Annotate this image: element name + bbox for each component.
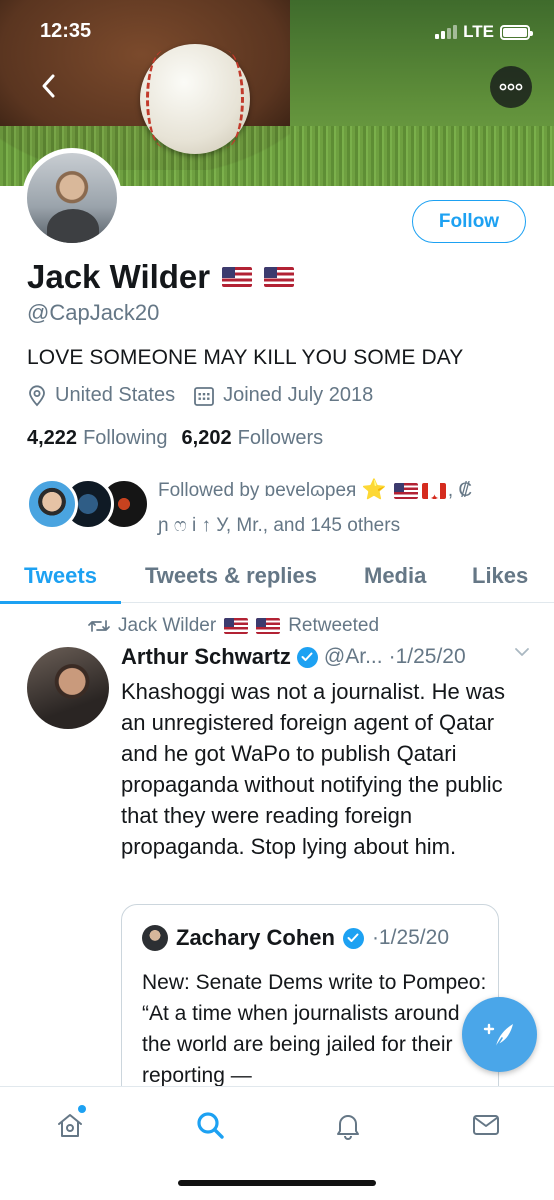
profile-handle: @CapJack20 bbox=[27, 300, 160, 325]
battery-icon bbox=[500, 24, 533, 40]
followers-link[interactable]: 6,202 Followers bbox=[182, 427, 324, 450]
us-flag-icon bbox=[393, 482, 418, 499]
following-link[interactable]: 4,222 Following bbox=[27, 427, 168, 450]
status-bar: 12:35 LTE bbox=[0, 0, 554, 64]
tweet-author-handle: @Ar... bbox=[323, 645, 383, 668]
verified-badge-icon bbox=[342, 927, 364, 949]
profile-joined: Joined July 2018 bbox=[193, 384, 373, 407]
followed-by-avatars[interactable] bbox=[26, 478, 150, 530]
following-label: Following bbox=[83, 427, 168, 449]
compose-tweet-button[interactable] bbox=[462, 997, 537, 1072]
network-label: LTE bbox=[463, 22, 494, 41]
tab-media[interactable]: Media bbox=[364, 548, 426, 603]
nav-search[interactable] bbox=[190, 1105, 230, 1145]
calendar-icon bbox=[194, 386, 214, 406]
location-pin-icon bbox=[29, 384, 45, 406]
home-icon bbox=[58, 1114, 82, 1137]
verified-badge-icon bbox=[296, 646, 318, 668]
nav-home[interactable] bbox=[50, 1105, 90, 1145]
profile-location: United States bbox=[27, 384, 175, 407]
tab-likes[interactable]: Likes bbox=[472, 548, 528, 603]
quoted-tweet-text: New: Senate Dems write to Pompeo: “At a … bbox=[142, 971, 487, 1087]
retweet-context[interactable]: Jack Wilder Retweeted bbox=[88, 615, 379, 637]
status-time: 12:35 bbox=[40, 20, 92, 42]
following-count: 4,222 bbox=[27, 427, 78, 449]
retweet-icon bbox=[88, 620, 110, 632]
followed-by-others: ɲ ෆ і ↑ У, Mr., and 145 others bbox=[158, 515, 401, 536]
compose-feather-icon bbox=[483, 1023, 513, 1048]
retweeted-label: Retweeted bbox=[288, 615, 380, 636]
tweet-text: Khashoggi was not a journalist. He was a… bbox=[121, 679, 505, 859]
nav-notifications[interactable] bbox=[328, 1105, 368, 1145]
search-icon bbox=[197, 1112, 224, 1139]
nav-messages[interactable] bbox=[466, 1105, 506, 1145]
more-dots-icon bbox=[499, 83, 523, 91]
us-flag-icon bbox=[256, 618, 281, 634]
notification-dot bbox=[78, 1105, 86, 1113]
chevron-left-icon bbox=[42, 74, 55, 98]
tweet-header: Arthur Schwartz @Ar... ·1/25/20 bbox=[121, 644, 531, 670]
follow-button[interactable]: Follow bbox=[412, 200, 526, 243]
star-emoji-icon: ⭐ bbox=[361, 479, 387, 501]
us-flag-icon bbox=[264, 267, 295, 287]
followed-by-name: ɒevelɷpeя bbox=[264, 480, 357, 501]
quoted-tweet-header: Zachary Cohen ·1/25/20 bbox=[142, 925, 449, 951]
followed-by-prefix: Followed by bbox=[158, 480, 260, 501]
follower-avatar bbox=[26, 478, 78, 530]
tab-tweets-replies[interactable]: Tweets & replies bbox=[145, 548, 317, 603]
location-text: United States bbox=[55, 384, 176, 406]
quoted-author-name: Zachary Cohen bbox=[176, 925, 335, 950]
canada-flag-icon bbox=[421, 482, 446, 499]
quoted-author-avatar bbox=[142, 925, 168, 951]
joined-text: Joined July 2018 bbox=[223, 384, 374, 406]
followed-by-sep: , ₡ bbox=[447, 480, 473, 501]
followers-count: 6,202 bbox=[181, 427, 232, 449]
profile-display-name: Jack Wilder bbox=[27, 258, 211, 295]
retweeter-name: Jack Wilder bbox=[118, 615, 217, 636]
profile-bio: LOVE SOMEONE MAY KILL YOU SOME DAY bbox=[27, 346, 464, 369]
back-button[interactable] bbox=[28, 66, 68, 106]
profile-avatar[interactable] bbox=[22, 148, 122, 248]
quoted-tweet-date: ·1/25/20 bbox=[371, 926, 449, 949]
tweet-author-avatar[interactable] bbox=[27, 647, 109, 729]
follow-counts: 4,222 Following 6,202 Followers bbox=[27, 427, 323, 450]
followed-by-text[interactable]: Followed by ɒevelɷpeя ⭐ , ₡ ɲ ෆ і ↑ У, M… bbox=[158, 473, 538, 543]
followers-label: Followers bbox=[237, 427, 324, 449]
messages-icon bbox=[473, 1115, 499, 1135]
signal-icon bbox=[435, 25, 458, 39]
chevron-down-icon[interactable] bbox=[513, 646, 531, 658]
us-flag-icon bbox=[222, 267, 253, 287]
us-flag-icon bbox=[224, 618, 249, 634]
home-indicator[interactable] bbox=[178, 1180, 376, 1186]
tweet-date: ·1/25/20 bbox=[388, 645, 466, 668]
profile-name-row: Jack Wilder bbox=[27, 258, 295, 296]
tweet-author-name[interactable]: Arthur Schwartz bbox=[121, 644, 291, 670]
notifications-icon bbox=[337, 1115, 359, 1140]
profile-meta: United States Joined July 2018 bbox=[27, 384, 391, 407]
status-indicators: LTE bbox=[435, 22, 533, 42]
more-options-button[interactable] bbox=[490, 66, 532, 108]
quoted-tweet[interactable]: Zachary Cohen ·1/25/20 New: Senate Dems … bbox=[121, 904, 499, 1104]
tab-tweets[interactable]: Tweets bbox=[0, 548, 121, 604]
profile-tabs: Tweets Tweets & replies Media Likes bbox=[0, 548, 554, 604]
